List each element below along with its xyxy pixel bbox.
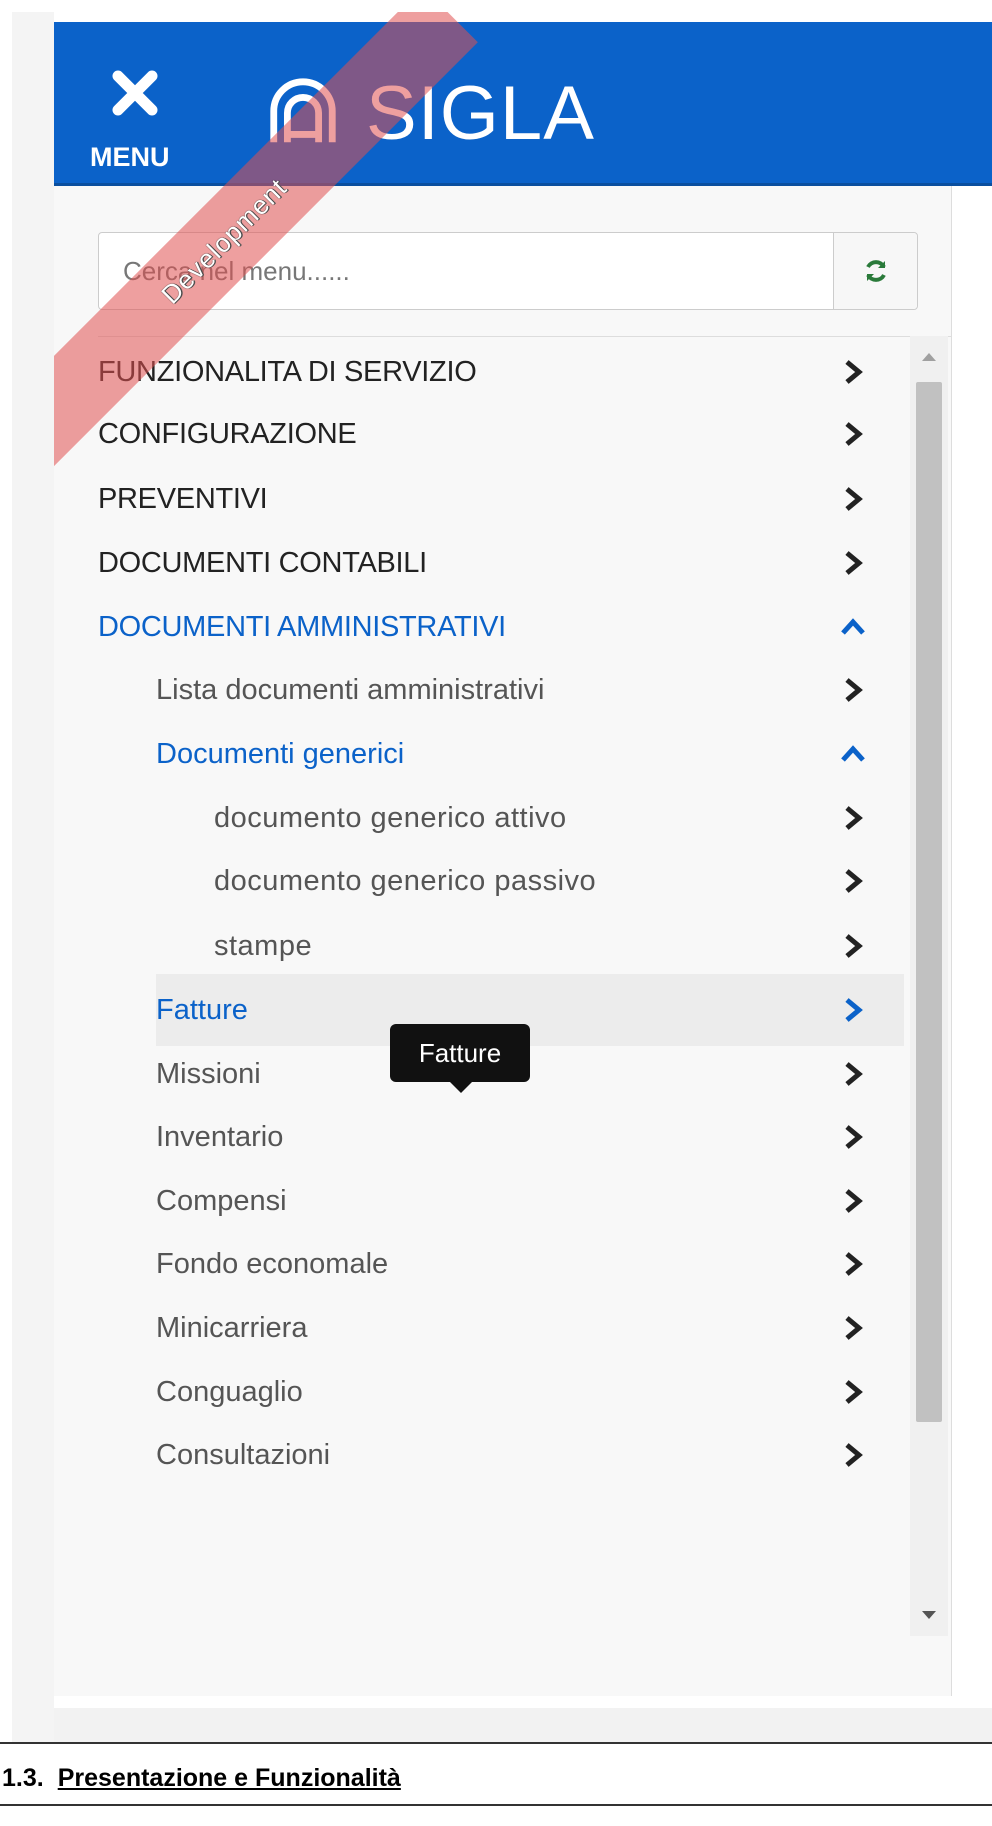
menu-scrollbar[interactable] <box>910 336 948 1636</box>
menu-item-documenti-contabili[interactable]: DOCUMENTI CONTABILI <box>54 527 904 599</box>
section-number: 1.3. <box>2 1763 44 1792</box>
menu-item-label: Compensi <box>156 1184 287 1217</box>
chevron-right-icon <box>845 1125 863 1149</box>
menu-item-fatture[interactable]: Fatture <box>156 974 904 1046</box>
chevron-right-icon <box>845 551 863 575</box>
menu-item-conguaglio[interactable]: Conguaglio <box>54 1356 904 1428</box>
chevron-right-icon <box>845 1062 863 1086</box>
app-window: MENU SIGLA Cerca nel menu...... FUNZIONA… <box>54 12 992 1708</box>
menu-item-label: PREVENTIVI <box>98 482 268 515</box>
menu-list: FUNZIONALITA DI SERVIZIO CONFIGURAZIONE … <box>54 336 904 1636</box>
menu-item-lista-documenti-amministrativi[interactable]: Lista documenti amministrativi <box>54 654 904 726</box>
menu-item-label: DOCUMENTI CONTABILI <box>98 546 427 579</box>
menu-item-documento-generico-passivo[interactable]: documento generico passivo <box>54 845 904 917</box>
menu-item-documenti-amministrativi[interactable]: DOCUMENTI AMMINISTRATIVI <box>54 591 904 663</box>
chevron-up-icon <box>841 618 865 635</box>
menu-item-documento-generico-attivo[interactable]: documento generico attivo <box>54 782 904 854</box>
menu-item-documenti-generici[interactable]: Documenti generici <box>54 718 904 790</box>
chevron-right-icon <box>845 1443 863 1467</box>
menu-item-label: DOCUMENTI AMMINISTRATIVI <box>98 610 506 643</box>
menu-item-compensi[interactable]: Compensi <box>54 1165 904 1237</box>
chevron-right-icon <box>845 869 863 893</box>
menu-item-label: FUNZIONALITA DI SERVIZIO <box>98 355 477 388</box>
brand[interactable]: SIGLA <box>264 58 595 168</box>
sidebar-menu: FUNZIONALITA DI SERVIZIO CONFIGURAZIONE … <box>54 186 952 1696</box>
chevron-right-icon <box>845 1380 863 1404</box>
menu-item-label: Consultazioni <box>156 1438 331 1471</box>
left-gutter <box>12 12 54 1742</box>
chevron-right-icon <box>845 487 863 511</box>
menu-item-stampe[interactable]: stampe <box>54 910 904 982</box>
section-bottom-rule <box>0 1804 992 1806</box>
menu-search <box>98 232 918 310</box>
menu-label: MENU <box>90 142 170 172</box>
menu-item-label: CONFIGURAZIONE <box>98 417 357 450</box>
close-icon <box>112 70 158 116</box>
menu-item-configurazione[interactable]: CONFIGURAZIONE <box>54 398 904 470</box>
menu-item-label: Lista documenti amministrativi <box>156 673 545 706</box>
chevron-right-icon <box>845 360 863 384</box>
chevron-right-icon <box>845 1189 863 1213</box>
refresh-button[interactable] <box>833 233 917 309</box>
menu-search-input[interactable] <box>99 233 833 309</box>
scroll-up-arrow-icon[interactable] <box>918 346 940 368</box>
chevron-right-icon <box>845 1316 863 1340</box>
refresh-icon <box>865 260 886 282</box>
menu-item-label: Minicarriera <box>156 1311 308 1344</box>
brand-name: SIGLA <box>366 70 595 156</box>
section-title: Presentazione e Funzionalità <box>57 1763 401 1792</box>
menu-item-label: Inventario <box>156 1120 284 1153</box>
chevron-right-icon <box>845 1252 863 1276</box>
menu-item-label: Conguaglio <box>156 1375 303 1408</box>
menu-item-minicarriera[interactable]: Minicarriera <box>54 1292 904 1364</box>
screenshot-frame: MENU SIGLA Cerca nel menu...... FUNZIONA… <box>12 12 992 1742</box>
menu-item-consultazioni[interactable]: Consultazioni <box>54 1419 904 1491</box>
menu-item-label: documento generico attivo <box>214 801 567 834</box>
menu-item-label: Fatture <box>156 993 248 1026</box>
menu-item-preventivi[interactable]: PREVENTIVI <box>54 463 904 535</box>
scroll-down-arrow-icon[interactable] <box>918 1604 940 1626</box>
chevron-right-icon <box>845 422 863 446</box>
top-navbar: MENU SIGLA <box>54 22 992 186</box>
menu-item-label: documento generico passivo <box>214 864 597 897</box>
menu-item-inventario[interactable]: Inventario <box>54 1101 904 1173</box>
scrollbar-thumb[interactable] <box>916 382 942 1422</box>
menu-item-label: Fondo economale <box>156 1247 389 1280</box>
chevron-right-icon <box>845 998 863 1022</box>
menu-item-fondo-economale[interactable]: Fondo economale <box>54 1228 904 1300</box>
chevron-right-icon <box>845 806 863 830</box>
menu-item-label: Documenti generici <box>156 737 405 770</box>
menu-item-label: stampe <box>214 929 313 962</box>
section-heading: 1.3. Presentazione e Funzionalità <box>2 1758 401 1798</box>
section-top-rule <box>0 1742 992 1744</box>
tooltip-fatture: Fatture <box>390 1024 530 1093</box>
chevron-right-icon <box>845 678 863 702</box>
chevron-right-icon <box>845 934 863 958</box>
cnr-logo-icon <box>270 78 336 143</box>
chevron-up-icon <box>841 745 865 762</box>
menu-item-label: Missioni <box>156 1057 261 1090</box>
menu-toggle-button[interactable]: MENU <box>90 58 190 172</box>
